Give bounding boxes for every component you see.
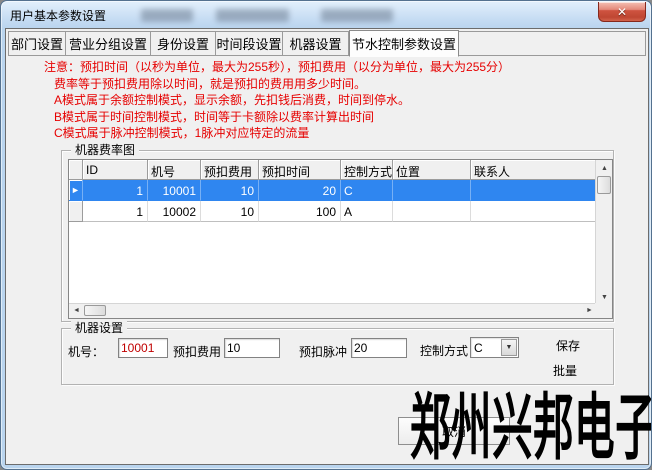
column-header-machine-no[interactable]: 机号 [148,160,201,180]
column-header-id[interactable]: ID [83,160,148,180]
scroll-left-icon[interactable]: ◄ [70,304,83,317]
tab-identity[interactable]: 身份设置 [151,32,216,55]
notice-block: 注意：预扣时间（以秒为单位，最大为255秒），预扣费用（以分为单位，最大为255… [44,59,634,142]
cell-prededuct-time[interactable]: 100 [259,201,341,222]
row-marker-icon: ► [69,180,83,201]
blurred-watermark [216,9,289,22]
cell-control-mode[interactable]: C [341,180,393,201]
prededuct-fee-label: 预扣费用 [173,343,221,360]
cell-location[interactable] [393,180,471,201]
scroll-down-icon[interactable]: ▼ [597,290,612,304]
vertical-scroll-thumb[interactable] [597,176,611,194]
cell-machine-no[interactable]: 10002 [148,201,201,222]
table-row[interactable]: ► 1 10001 10 20 C [69,180,597,201]
column-header-prededuct-time[interactable]: 预扣时间 [259,160,341,180]
row-selector-header [69,160,83,180]
cancel-button[interactable]: 取消 [398,417,510,445]
row-selector[interactable] [69,201,83,222]
cell-id[interactable]: 1 [83,180,148,201]
batch-button[interactable]: 批量 [553,362,577,379]
prededuct-pulse-label: 预扣脉冲 [299,343,347,360]
app-window: 用户基本参数设置 ✕ 部门设置 营业分组设置 身份设置 时间段设置 机器设置 节… [0,0,652,470]
notice-line: 注意：预扣时间（以秒为单位，最大为255秒），预扣费用（以分为单位，最大为255… [44,59,634,76]
cell-prededuct-fee[interactable]: 10 [201,180,259,201]
tab-time-period[interactable]: 时间段设置 [216,32,283,55]
notice-line: A模式属于余额控制模式，显示余额，先扣钱后消费，时间到停水。 [44,92,634,109]
dialog-content: 部门设置 营业分组设置 身份设置 时间段设置 机器设置 节水控制参数设置 注意：… [5,28,649,465]
tab-bar: 部门设置 营业分组设置 身份设置 时间段设置 机器设置 节水控制参数设置 [8,31,646,56]
horizontal-scrollbar[interactable]: ◄ ► [69,303,597,318]
prededuct-fee-input[interactable] [224,338,280,358]
machine-rate-table: ID 机号 预扣费用 预扣时间 控制方式 位置 联系人 ► 1 10001 10… [68,159,613,319]
groupbox-title: 机器设置 [71,321,127,335]
vertical-scrollbar[interactable]: ▲ ▼ [595,160,612,305]
scroll-up-icon[interactable]: ▲ [597,161,612,175]
cell-prededuct-fee[interactable]: 10 [201,201,259,222]
control-mode-value: C [474,341,483,355]
cell-contact[interactable] [471,201,597,222]
notice-line: 费率等于预扣费用除以时间，就是预扣的费用用多少时间。 [44,76,634,93]
prededuct-pulse-input[interactable] [351,338,407,358]
machine-rate-groupbox: 机器费率图 ID 机号 预扣费用 预扣时间 控制方式 位置 联系人 ► 1 [61,150,614,322]
column-header-contact[interactable]: 联系人 [471,160,597,180]
tab-business-group[interactable]: 营业分组设置 [66,32,151,55]
window-title: 用户基本参数设置 [10,7,106,24]
chevron-down-icon[interactable]: ▼ [501,339,517,356]
control-mode-select[interactable]: C ▼ [470,337,519,358]
cell-machine-no[interactable]: 10001 [148,180,201,201]
cell-prededuct-time[interactable]: 20 [259,180,341,201]
horizontal-scroll-thumb[interactable] [84,305,106,316]
save-button[interactable]: 保存 [556,337,580,354]
title-bar[interactable]: 用户基本参数设置 ✕ [1,1,651,28]
table-row[interactable]: 1 10002 10 100 A [69,201,597,222]
blurred-watermark [321,9,393,22]
machine-no-label: 机号： [68,343,104,360]
column-header-prededuct-fee[interactable]: 预扣费用 [201,160,259,180]
notice-line: B模式属于时间控制模式，时间等于卡额除以费率计算出时间 [44,109,634,126]
cell-id[interactable]: 1 [83,201,148,222]
column-header-location[interactable]: 位置 [393,160,471,180]
machine-settings-groupbox: 机器设置 机号： 预扣费用 预扣脉冲 控制方式： C ▼ 保存 批量 [61,328,614,385]
close-icon: ✕ [617,6,627,18]
cell-control-mode[interactable]: A [341,201,393,222]
tab-water-control-params[interactable]: 节水控制参数设置 [349,30,459,57]
cell-location[interactable] [393,201,471,222]
scrollbar-corner [595,303,612,318]
tab-department[interactable]: 部门设置 [9,32,66,55]
groupbox-title: 机器费率图 [71,143,139,157]
notice-line: C模式属于脉冲控制模式，1脉冲对应特定的流量 [44,125,634,142]
cell-contact[interactable] [471,180,597,201]
table-header-row: ID 机号 预扣费用 预扣时间 控制方式 位置 联系人 [69,160,597,180]
close-button[interactable]: ✕ [598,2,646,22]
tab-machine[interactable]: 机器设置 [283,32,349,55]
column-header-control-mode[interactable]: 控制方式 [341,160,393,180]
machine-no-input[interactable] [118,338,168,358]
blurred-watermark [141,9,193,22]
